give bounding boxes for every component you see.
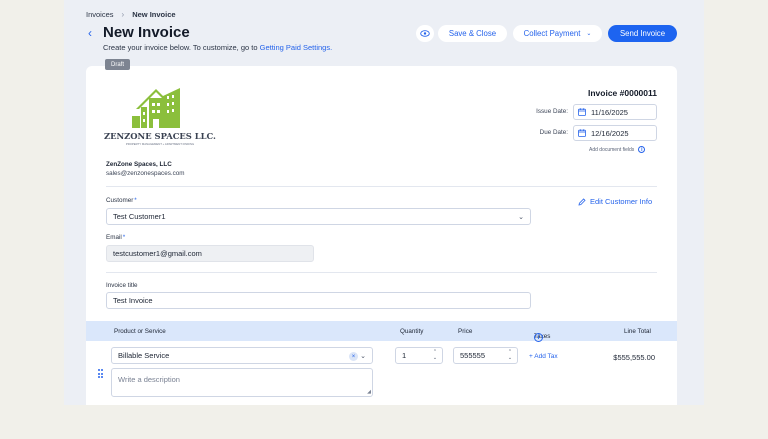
invoice-title-input[interactable]: Test Invoice [106,292,531,309]
invoice-card: ZENZONE SPACES LLC. PROPERTY MANAGEMENT … [86,66,677,405]
breadcrumb-invoices-link[interactable]: Invoices [86,10,114,19]
email-label-text: Email [106,234,122,241]
breadcrumb: Invoices › New Invoice [86,10,176,19]
getting-paid-settings-link[interactable]: Getting Paid Settings. [260,43,333,52]
add-document-fields[interactable]: Add document fields i [589,146,646,153]
price-value: 555555 [460,351,486,360]
edit-customer-info-link[interactable]: Edit Customer Info [578,197,652,206]
issue-date-value: 11/16/2025 [591,107,628,117]
subtitle-text: Create your invoice below. To customize,… [103,43,260,52]
logo-tagline: PROPERTY MANAGEMENT + APARTMENT FINDING [126,142,194,146]
logo-wordmark: ZENZONE SPACES LLC. [104,131,216,141]
divider [106,272,657,273]
email-field[interactable]: testcustomer1@gmail.com [106,245,314,262]
customer-select-value: Test Customer1 [113,212,166,221]
add-tax-link[interactable]: + Add Tax [529,353,558,360]
edit-customer-info-label: Edit Customer Info [590,197,653,206]
calendar-icon [578,108,586,116]
customer-label-text: Customer [106,197,134,204]
collect-payment-label: Collect Payment [523,29,581,38]
quantity-stepper[interactable]: 1 ⌃ ⌄ [395,347,443,364]
chevron-down-icon: ⌄ [360,353,366,360]
invoice-title-label: Invoice title [106,282,138,289]
description-placeholder: Write a description [118,375,180,384]
chevron-down-icon: ⌄ [518,214,524,221]
required-marker: * [134,197,137,204]
due-date-value: 12/16/2025 [591,128,629,138]
info-icon[interactable]: i [638,146,646,153]
col-product: Product or Service [114,328,166,335]
app-frame: Invoices › New Invoice ‹ New Invoice Cre… [64,0,704,405]
col-price: Price [458,328,473,335]
required-marker: * [122,234,126,241]
company-logo: ZENZONE SPACES LLC. PROPERTY MANAGEMENT … [104,88,216,146]
email-label: Email* [106,234,125,241]
stepper-arrows-icon[interactable]: ⌃ ⌄ [507,349,513,361]
issue-date-label: Issue Date: [536,108,568,115]
line-total: $555,555.00 [613,353,655,362]
back-arrow-icon[interactable]: ‹ [84,26,96,40]
product-select[interactable]: Billable Service × ⌄ [111,347,373,364]
quantity-value: 1 [402,351,407,360]
business-name: ZenZone Spaces, LLC [106,161,172,168]
divider [106,186,657,187]
chevron-down-icon: ⌄ [586,31,592,37]
customer-select[interactable]: Test Customer1 ⌄ [106,208,531,225]
col-line-total: Line Total [624,328,651,335]
save-close-button[interactable]: Save & Close [438,25,507,42]
issue-date-field[interactable]: 11/16/2025 [573,104,657,120]
product-select-value: Billable Service [118,351,170,360]
drag-handle-icon[interactable] [98,369,103,379]
resize-handle-icon[interactable]: ◢ [367,389,371,395]
add-document-fields-label: Add document fields [589,146,635,153]
clear-icon[interactable]: × [349,352,358,361]
preview-button[interactable] [416,25,434,42]
collect-payment-button[interactable]: Collect Payment ⌄ [513,25,602,42]
chevron-right-icon: › [121,10,125,19]
draft-badge: Draft [105,59,131,70]
business-email: sales@zenzonespaces.com [106,170,185,177]
pencil-icon [578,197,586,206]
col-quantity: Quantity [400,328,424,335]
invoice-number: Invoice #0000011 [587,88,657,98]
page-title: New Invoice [103,24,190,41]
calendar-icon [578,129,586,137]
items-table-header: Product or Service Quantity Price Taxes … [86,321,677,342]
price-input[interactable]: 555555 ⌃ ⌄ [453,347,518,364]
info-icon[interactable]: i [534,333,543,342]
page-subtitle: Create your invoice below. To customize,… [103,43,332,52]
customer-label: Customer* [106,197,137,204]
send-invoice-button[interactable]: Send Invoice [608,25,677,42]
due-date-label: Due Date: [539,129,568,136]
due-date-field[interactable]: 12/16/2025 [573,125,657,141]
breadcrumb-current: New Invoice [132,10,176,19]
description-textarea[interactable]: Write a description ◢ [111,368,373,397]
eye-icon [420,30,430,37]
stepper-arrows-icon[interactable]: ⌃ ⌄ [432,349,438,361]
